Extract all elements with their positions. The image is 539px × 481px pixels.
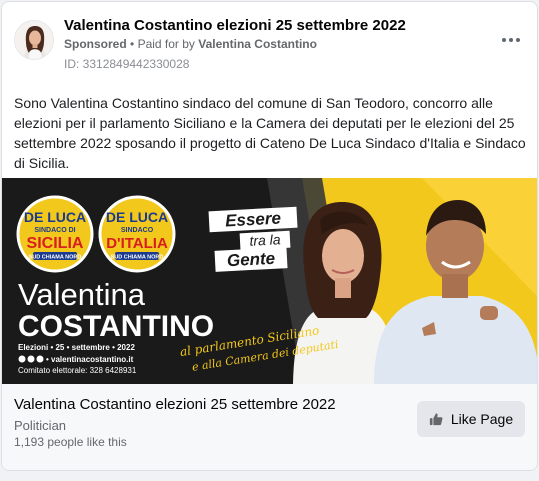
logo1-line1: DE LUCA bbox=[24, 209, 86, 225]
logo1-line3: SICILIA bbox=[27, 235, 84, 252]
logo2-tag: SUD CHIAMA NORD bbox=[111, 255, 164, 261]
logo2-line3: D'ITALIA bbox=[106, 235, 168, 252]
website-line: • valentinacostantino.it bbox=[46, 355, 134, 364]
ad-library-id: ID: 3312849442330028 bbox=[64, 57, 190, 71]
separator-dot: • bbox=[130, 37, 135, 51]
page-avatar[interactable] bbox=[14, 20, 54, 60]
candidate-last-name: COSTANTINO bbox=[18, 310, 214, 343]
page-footer: Valentina Costantino elezioni 25 settemb… bbox=[2, 384, 537, 470]
ad-card: Valentina Costantino elezioni 25 settemb… bbox=[1, 1, 538, 471]
ad-creative-image[interactable]: DE LUCA SINDACO DI SICILIA SUD CHIAMA NO… bbox=[2, 178, 537, 384]
election-line: Elezioni • 25 • settembre • 2022 bbox=[18, 343, 135, 352]
post-body-text: Sono Valentina Costantino sindaco del co… bbox=[14, 95, 526, 171]
slogan-line1: Essere bbox=[225, 209, 282, 231]
post-header: Valentina Costantino elezioni 25 settemb… bbox=[2, 2, 537, 82]
sponsored-line: Sponsored • Paid for by Valentina Costan… bbox=[64, 37, 317, 51]
candidate-first-name: Valentina bbox=[18, 277, 146, 312]
logo-de-luca-sicilia: DE LUCA SINDACO DI SICILIA SUD CHIAMA NO… bbox=[16, 195, 94, 273]
social-icons bbox=[18, 355, 44, 363]
logo2-line1: DE LUCA bbox=[106, 209, 168, 225]
like-page-button[interactable]: Like Page bbox=[417, 401, 525, 437]
avatar-portrait-image bbox=[15, 21, 53, 59]
sponsored-label: Sponsored bbox=[64, 37, 127, 51]
slogan-line2: tra la bbox=[249, 231, 281, 249]
logo-de-luca-italia: DE LUCA SINDACO D'ITALIA SUD CHIAMA NORD bbox=[98, 195, 176, 273]
footer-likes-count: 1,193 people like this bbox=[14, 435, 127, 449]
logo1-line2: SINDACO DI bbox=[34, 227, 75, 234]
logo1-tag: SUD CHIAMA NORD bbox=[29, 255, 82, 261]
paid-for-by-name: Valentina Costantino bbox=[198, 37, 317, 51]
logo2-line2: SINDACO bbox=[121, 227, 154, 234]
footer-page-title[interactable]: Valentina Costantino elezioni 25 settemb… bbox=[14, 396, 336, 413]
like-page-label: Like Page bbox=[450, 411, 514, 427]
thumbs-up-icon bbox=[429, 413, 443, 426]
page-name-link[interactable]: Valentina Costantino elezioni 25 settemb… bbox=[64, 17, 406, 34]
paid-for-prefix: Paid for by bbox=[137, 37, 195, 51]
footer-category: Politician bbox=[14, 418, 67, 433]
slogan-line3: Gente bbox=[226, 249, 275, 270]
committee-line: Comitato elettorale: 328 6428931 bbox=[18, 366, 137, 375]
creative-banner: DE LUCA SINDACO DI SICILIA SUD CHIAMA NO… bbox=[2, 178, 537, 384]
more-options-icon[interactable] bbox=[499, 30, 523, 50]
